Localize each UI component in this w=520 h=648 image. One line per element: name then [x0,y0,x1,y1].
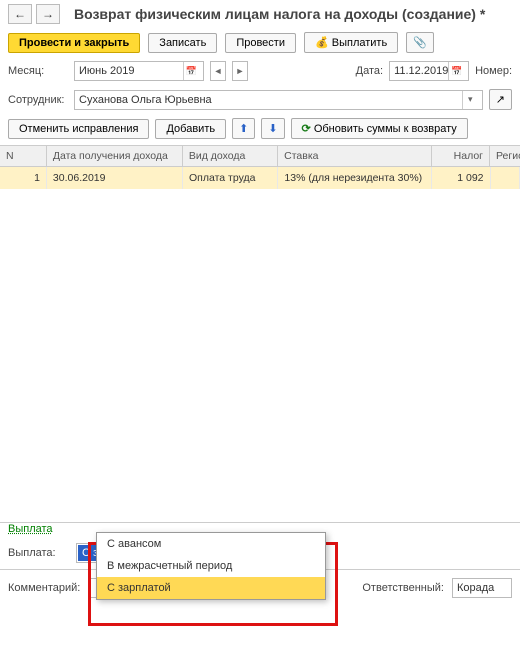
cancel-corrections-button[interactable]: Отменить исправления [8,119,149,139]
month-prev-button[interactable]: ◄ [210,61,226,81]
col-type[interactable]: Вид дохода [183,146,278,166]
employee-input[interactable]: Суханова Ольга Юрьевна ▾ [74,90,483,110]
col-reg[interactable]: Регис [490,146,520,166]
payout-dropdown: С авансом В межрасчетный период С зарпла… [96,532,326,600]
save-button[interactable]: Записать [148,33,217,53]
refresh-icon: ⟳ [302,123,311,135]
post-button[interactable]: Провести [225,33,296,53]
employee-label: Сотрудник: [8,94,68,106]
col-date[interactable]: Дата получения дохода [47,146,183,166]
month-next-button[interactable]: ► [232,61,248,81]
dropdown-option-selected[interactable]: С зарплатой [97,577,325,599]
payout-label: Выплата: [8,547,68,559]
table-row[interactable]: 1 30.06.2019 Оплата труда 13% (для нерез… [0,167,520,189]
move-down-button[interactable]: ⬇ [261,118,284,139]
month-label: Месяц: [8,65,68,77]
paperclip-icon: 📎 [413,37,427,49]
date-input[interactable]: 11.12.2019 📅 [389,61,469,81]
post-and-close-button[interactable]: Провести и закрыть [8,33,140,53]
chevron-down-icon[interactable]: ▾ [462,91,478,109]
dropdown-option[interactable]: В межрасчетный период [97,555,325,577]
comment-label: Комментарий: [8,582,80,594]
refresh-sums-button[interactable]: ⟳ Обновить суммы к возврату [291,118,468,139]
move-up-button[interactable]: ⬆ [232,118,255,139]
number-label: Номер: [475,65,512,77]
open-icon: ↗ [496,94,505,106]
col-tax[interactable]: Налог [432,146,491,166]
nav-back-button[interactable]: ← [8,4,32,24]
col-n[interactable]: N [0,146,47,166]
income-table: N Дата получения дохода Вид дохода Ставк… [0,145,520,523]
col-rate[interactable]: Ставка [278,146,431,166]
attach-button[interactable]: 📎 [406,32,434,53]
dropdown-option[interactable]: С авансом [97,533,325,555]
nav-forward-button[interactable]: → [36,4,60,24]
add-button[interactable]: Добавить [155,119,226,139]
money-icon: 💰 [315,37,329,49]
responsible-input[interactable]: Корада [452,578,512,598]
page-title: Возврат физическим лицам налога на доход… [74,6,485,22]
date-label: Дата: [356,65,383,77]
calendar-icon[interactable]: 📅 [183,62,199,80]
responsible-label: Ответственный: [362,582,444,594]
calendar-icon[interactable]: 📅 [448,62,464,80]
employee-open-button[interactable]: ↗ [489,89,512,110]
month-input[interactable]: Июнь 2019 📅 [74,61,204,81]
pay-button[interactable]: 💰 Выплатить [304,32,398,53]
